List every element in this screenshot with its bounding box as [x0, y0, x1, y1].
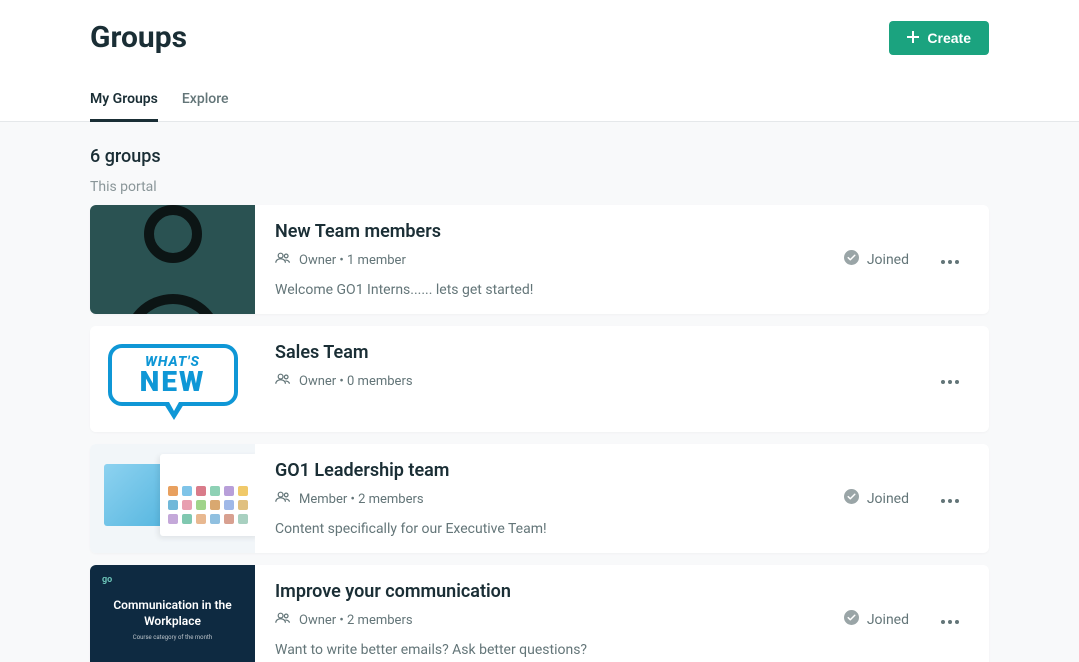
- people-icon: [275, 252, 291, 268]
- group-meta-text: Member • 2 members: [299, 492, 424, 507]
- tab-explore[interactable]: Explore: [182, 91, 229, 122]
- more-options-button[interactable]: [935, 366, 965, 393]
- group-meta: Member • 2 members: [275, 491, 824, 507]
- more-options-button[interactable]: [935, 485, 965, 512]
- more-horizontal-icon: [941, 491, 959, 506]
- joined-label: Joined: [867, 612, 909, 628]
- group-meta-text: Owner • 1 member: [299, 253, 406, 268]
- group-card[interactable]: GO1 Leadership team Member • 2 members C…: [90, 444, 989, 553]
- joined-badge: Joined: [844, 489, 909, 508]
- create-button[interactable]: Create: [889, 21, 989, 55]
- group-meta: Owner • 2 members: [275, 612, 824, 628]
- group-card[interactable]: New Team members Owner • 1 member Welcom…: [90, 205, 989, 314]
- group-title: Sales Team: [275, 342, 915, 363]
- check-circle-icon: [844, 250, 859, 269]
- joined-badge: Joined: [844, 610, 909, 629]
- more-horizontal-icon: [941, 252, 959, 267]
- create-button-label: Create: [927, 30, 971, 46]
- people-icon: [275, 491, 291, 507]
- more-options-button[interactable]: [935, 606, 965, 633]
- group-thumbnail: [90, 444, 255, 553]
- group-meta: Owner • 0 members: [275, 373, 915, 389]
- group-meta: Owner • 1 member: [275, 252, 824, 268]
- tab-my-groups[interactable]: My Groups: [90, 91, 158, 122]
- group-description: Want to write better emails? Ask better …: [275, 642, 824, 658]
- group-title: Improve your communication: [275, 581, 824, 602]
- check-circle-icon: [844, 489, 859, 508]
- check-circle-icon: [844, 610, 859, 629]
- more-options-button[interactable]: [935, 246, 965, 273]
- more-horizontal-icon: [941, 372, 959, 387]
- group-card[interactable]: go Communication in the Workplace Course…: [90, 565, 989, 662]
- group-description: Welcome GO1 Interns...... lets get start…: [275, 282, 824, 298]
- joined-label: Joined: [867, 491, 909, 507]
- page-title: Groups: [90, 20, 187, 55]
- people-icon: [275, 373, 291, 389]
- group-meta-text: Owner • 2 members: [299, 613, 413, 628]
- group-thumbnail: [90, 205, 255, 314]
- joined-badge: Joined: [844, 250, 909, 269]
- portal-label: This portal: [90, 179, 989, 195]
- group-card[interactable]: WHAT'S NEW Sales Team Owner • 0 members: [90, 326, 989, 432]
- group-thumbnail: WHAT'S NEW: [90, 326, 255, 432]
- people-icon: [275, 612, 291, 628]
- group-thumbnail: go Communication in the Workplace Course…: [90, 565, 255, 662]
- plus-icon: [907, 30, 919, 46]
- joined-label: Joined: [867, 252, 909, 268]
- group-title: New Team members: [275, 221, 824, 242]
- group-title: GO1 Leadership team: [275, 460, 824, 481]
- group-count: 6 groups: [90, 146, 989, 167]
- group-meta-text: Owner • 0 members: [299, 374, 413, 389]
- group-description: Content specifically for our Executive T…: [275, 521, 824, 537]
- more-horizontal-icon: [941, 612, 959, 627]
